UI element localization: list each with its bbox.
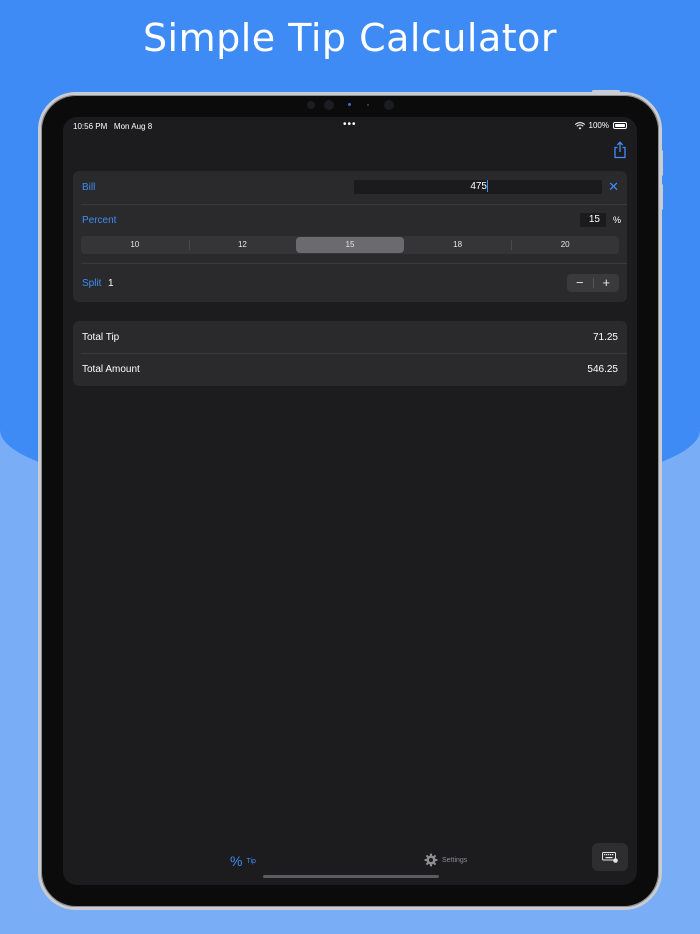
tab-bar: % Tip Settings bbox=[63, 847, 637, 877]
tab-tip[interactable]: % Tip bbox=[230, 853, 256, 869]
battery-icon bbox=[613, 122, 627, 129]
volume-up-button bbox=[660, 150, 663, 176]
percent-label: Percent bbox=[82, 215, 117, 226]
tab-tip-label: Tip bbox=[246, 857, 256, 865]
status-time: 10:56 PM Mon Aug 8 bbox=[73, 122, 152, 131]
wifi-icon bbox=[574, 121, 585, 129]
gear-icon bbox=[424, 853, 438, 867]
promo-headline: Simple Tip Calculator bbox=[142, 16, 558, 60]
sensor-dot-icon bbox=[367, 104, 369, 106]
total-amount-row: Total Amount 546.25 bbox=[73, 354, 627, 386]
total-tip-value: 71.25 bbox=[592, 332, 618, 343]
percent-segmented-control: 10 12 15 18 20 bbox=[81, 236, 619, 254]
input-card: Bill 475 ✕ Percent 15 % 10 12 15 18 20 S… bbox=[73, 171, 627, 302]
bill-label: Bill bbox=[82, 182, 96, 193]
total-amount-value: 546.25 bbox=[587, 364, 618, 375]
camera-icon bbox=[324, 100, 334, 110]
percent-sign: % bbox=[613, 215, 622, 225]
app-screen: 10:56 PM Mon Aug 8 ••• 100% Bill 475 ✕ P… bbox=[63, 117, 637, 885]
percent-option[interactable]: 20 bbox=[511, 236, 619, 254]
close-icon[interactable]: ✕ bbox=[608, 180, 619, 193]
status-date-text: Mon Aug 8 bbox=[113, 122, 153, 131]
split-value: 1 bbox=[108, 278, 114, 289]
sensor-dot-icon bbox=[348, 103, 351, 106]
percent-option[interactable]: 12 bbox=[188, 236, 297, 254]
status-time-text: 10:56 PM bbox=[73, 122, 108, 131]
percent-input[interactable]: 15 bbox=[580, 213, 606, 227]
total-amount-label: Total Amount bbox=[82, 364, 140, 375]
totals-card: Total Tip 71.25 Total Amount 546.25 bbox=[73, 321, 627, 386]
top-button bbox=[592, 90, 620, 93]
camera-icon bbox=[384, 100, 394, 110]
split-row: Split 1 bbox=[73, 264, 627, 302]
text-caret bbox=[487, 180, 488, 193]
home-indicator[interactable] bbox=[263, 875, 439, 878]
volume-down-button bbox=[660, 184, 663, 210]
status-bar: 10:56 PM Mon Aug 8 ••• 100% bbox=[63, 117, 637, 135]
bill-value: 475 bbox=[470, 181, 487, 192]
battery-percent: 100% bbox=[588, 121, 609, 130]
share-icon[interactable] bbox=[613, 141, 627, 159]
total-tip-label: Total Tip bbox=[82, 332, 120, 343]
increment-button[interactable]: + bbox=[594, 274, 620, 292]
percent-option-selected[interactable]: 15 bbox=[296, 237, 404, 253]
keyboard-icon bbox=[602, 851, 618, 863]
total-tip-row: Total Tip 71.25 bbox=[73, 321, 627, 353]
multitasking-dots-icon[interactable]: ••• bbox=[343, 119, 357, 130]
keyboard-dismiss-button[interactable] bbox=[592, 843, 628, 871]
bill-row: Bill 475 ✕ bbox=[73, 171, 627, 204]
percent-row: Percent bbox=[73, 205, 627, 265]
split-stepper: − + bbox=[567, 274, 619, 292]
status-right: 100% bbox=[574, 121, 627, 130]
percent-icon: % bbox=[230, 853, 243, 869]
bill-input[interactable]: 475 bbox=[354, 180, 602, 194]
split-label: Split bbox=[82, 278, 102, 289]
decrement-button[interactable]: − bbox=[567, 274, 593, 292]
sensor-icon bbox=[307, 101, 315, 109]
tab-settings-label: Settings bbox=[442, 856, 468, 864]
tab-settings[interactable]: Settings bbox=[424, 853, 467, 867]
percent-option[interactable]: 18 bbox=[404, 236, 512, 254]
camera-bar bbox=[302, 100, 402, 110]
percent-option[interactable]: 10 bbox=[81, 236, 189, 254]
